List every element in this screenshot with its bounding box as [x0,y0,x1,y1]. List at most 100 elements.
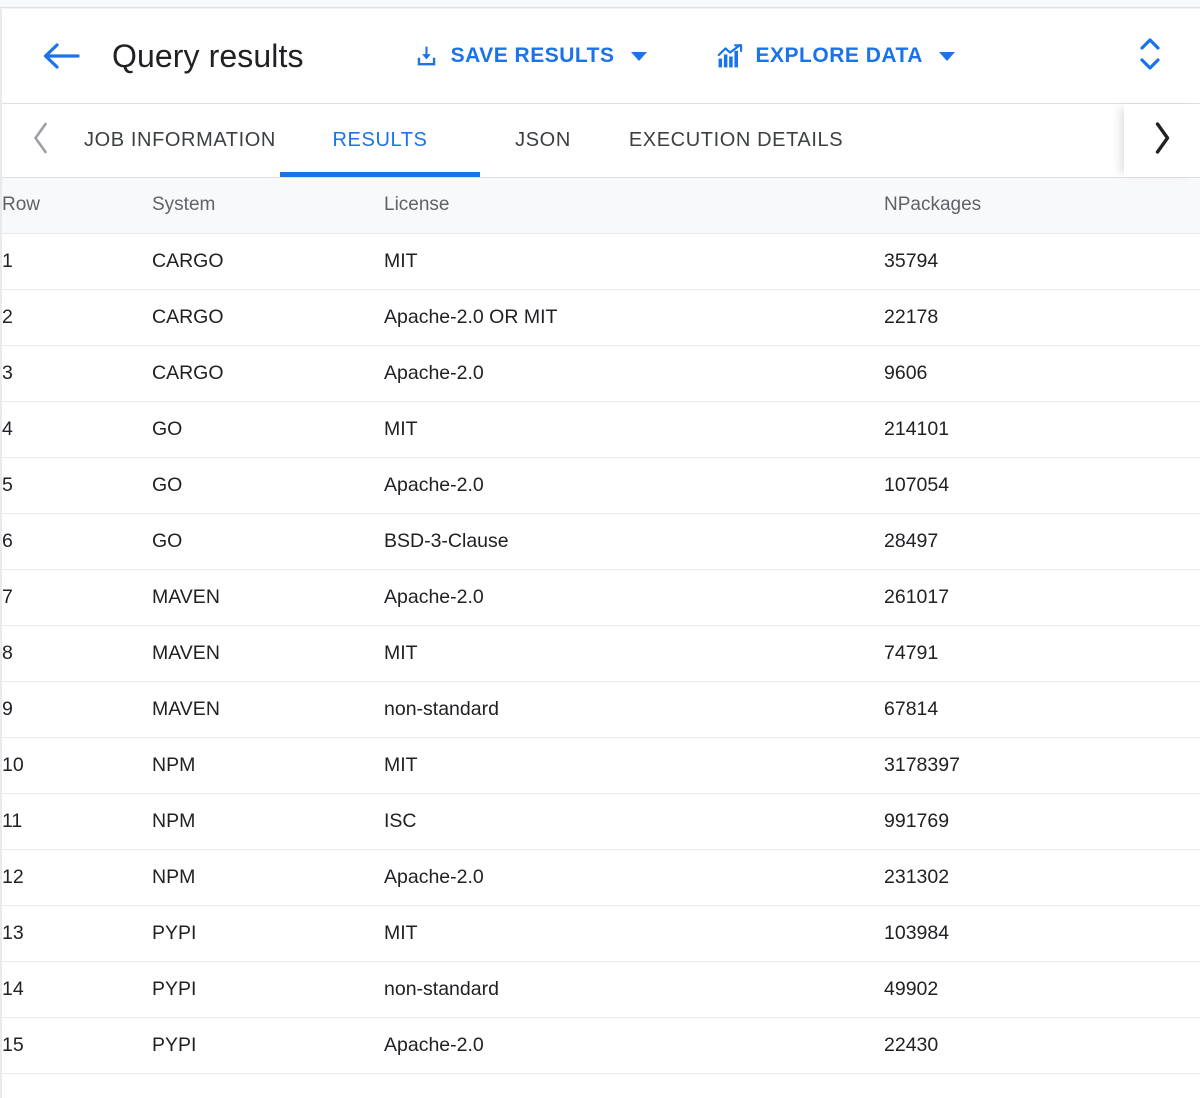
cell-npackages: 67814 [884,681,1200,738]
table-row[interactable]: 14 PYPI non-standard 49902 [2,961,1200,1018]
explore-data-label: EXPLORE DATA [755,44,923,67]
chevron-right-icon [1151,120,1173,161]
table-row[interactable]: 8 MAVEN MIT 74791 [2,625,1200,682]
cell-license: Apache-2.0 [384,457,884,514]
cell-row-number: 2 [2,289,152,346]
tab-label: EXECUTION DETAILS [628,129,844,151]
cell-npackages: 991769 [884,793,1200,850]
cell-row-number: 7 [2,569,152,626]
back-button[interactable] [38,33,84,79]
chevron-down-icon[interactable] [938,51,955,61]
cell-npackages: 231302 [884,849,1200,906]
window-top-strip [0,0,1200,8]
cell-license: MIT [384,625,884,682]
cell-row-number: 6 [2,513,152,570]
cell-npackages: 103984 [884,905,1200,962]
table-row[interactable]: 5 GO Apache-2.0 107054 [2,457,1200,514]
cell-row-number: 13 [2,905,152,962]
table-row[interactable]: 7 MAVEN Apache-2.0 261017 [2,569,1200,626]
table-row[interactable]: 1 CARGO MIT 35794 [2,233,1200,290]
tab-bar: JOB INFORMATION RESULTS JSON EXECUTION D… [2,104,1200,178]
cell-npackages: 28497 [884,513,1200,570]
table-row[interactable]: 2 CARGO Apache-2.0 OR MIT 22178 [2,289,1200,346]
cell-system: MAVEN [152,681,384,738]
cell-row-number: 8 [2,625,152,682]
results-panel: Query results SAVE RESULTS EXPLORE DATA … [0,9,1200,1098]
cell-system: MAVEN [152,569,384,626]
table-body: 1 CARGO MIT 35794 2 CARGO Apache-2.0 OR MIT 221… [2,233,1200,1074]
column-header-row[interactable]: Row [2,178,152,234]
cell-npackages: 74791 [884,625,1200,682]
save-download-icon [414,44,439,69]
column-header-npackages[interactable]: NPackages [884,178,1200,234]
cell-license: Apache-2.0 [384,345,884,402]
table-row[interactable]: 11 NPM ISC 991769 [2,793,1200,850]
tab-json[interactable]: JSON [480,104,606,177]
cell-system: CARGO [152,233,384,290]
cell-row-number: 15 [2,1017,152,1074]
cell-row-number: 10 [2,737,152,794]
explore-data-button[interactable]: EXPLORE DATA [717,43,955,69]
bar-chart-trend-icon [717,43,744,69]
cell-npackages: 22430 [884,1017,1200,1074]
cell-row-number: 1 [2,233,152,290]
cell-row-number: 3 [2,345,152,402]
cell-system: CARGO [152,289,384,346]
cell-npackages: 22178 [884,289,1200,346]
query-results-page: Query results SAVE RESULTS EXPLORE DATA … [0,0,1200,1098]
table-row[interactable]: 4 GO MIT 214101 [2,401,1200,458]
cell-row-number: 4 [2,401,152,458]
cell-system: NPM [152,849,384,906]
cell-system: GO [152,401,384,458]
table-header-row: Row System License NPackages [2,178,1200,234]
table-row[interactable]: 12 NPM Apache-2.0 231302 [2,849,1200,906]
cell-system: CARGO [152,345,384,402]
tab-label: JSON [515,129,571,151]
cell-npackages: 261017 [884,569,1200,626]
tab-job-information[interactable]: JOB INFORMATION [80,104,280,177]
column-header-license[interactable]: License [384,178,884,234]
table-row[interactable]: 10 NPM MIT 3178397 [2,737,1200,794]
save-results-button[interactable]: SAVE RESULTS [414,44,647,69]
cell-system: PYPI [152,905,384,962]
arrow-left-icon [41,39,81,73]
cell-license: Apache-2.0 [384,849,884,906]
cell-license: MIT [384,737,884,794]
save-results-label: SAVE RESULTS [450,44,615,67]
cell-system: NPM [152,737,384,794]
cell-license: Apache-2.0 [384,1017,884,1074]
cell-system: PYPI [152,961,384,1018]
cell-system: NPM [152,793,384,850]
table-row[interactable]: 13 PYPI MIT 103984 [2,905,1200,962]
table-header: Row System License NPackages [2,178,1200,234]
table-row[interactable]: 9 MAVEN non-standard 67814 [2,681,1200,738]
tab-label: JOB INFORMATION [84,129,276,151]
chevron-down-icon[interactable] [630,51,647,61]
column-header-system[interactable]: System [152,178,384,234]
cell-npackages: 49902 [884,961,1200,1018]
tab-execution-details[interactable]: EXECUTION DETAILS [606,104,866,177]
cell-npackages: 3178397 [884,737,1200,794]
cell-npackages: 214101 [884,401,1200,458]
tabs-scroll-left-button[interactable] [2,104,80,177]
cell-license: BSD-3-Clause [384,513,884,570]
tab-results[interactable]: RESULTS [280,104,480,177]
cell-row-number: 14 [2,961,152,1018]
cell-license: non-standard [384,961,884,1018]
table-row[interactable]: 15 PYPI Apache-2.0 22430 [2,1017,1200,1074]
cell-license: ISC [384,793,884,850]
cell-row-number: 12 [2,849,152,906]
chevron-left-icon [31,121,51,160]
table-row[interactable]: 6 GO BSD-3-Clause 28497 [2,513,1200,570]
expand-collapse-button[interactable] [1128,31,1172,81]
tabs-scroll-right-button[interactable] [1124,104,1200,177]
cell-system: GO [152,513,384,570]
cell-row-number: 11 [2,793,152,850]
cell-system: PYPI [152,1017,384,1074]
cell-license: MIT [384,233,884,290]
cell-row-number: 5 [2,457,152,514]
table-row[interactable]: 3 CARGO Apache-2.0 9606 [2,345,1200,402]
cell-row-number: 9 [2,681,152,738]
page-title: Query results [112,37,304,74]
cell-license: Apache-2.0 [384,569,884,626]
